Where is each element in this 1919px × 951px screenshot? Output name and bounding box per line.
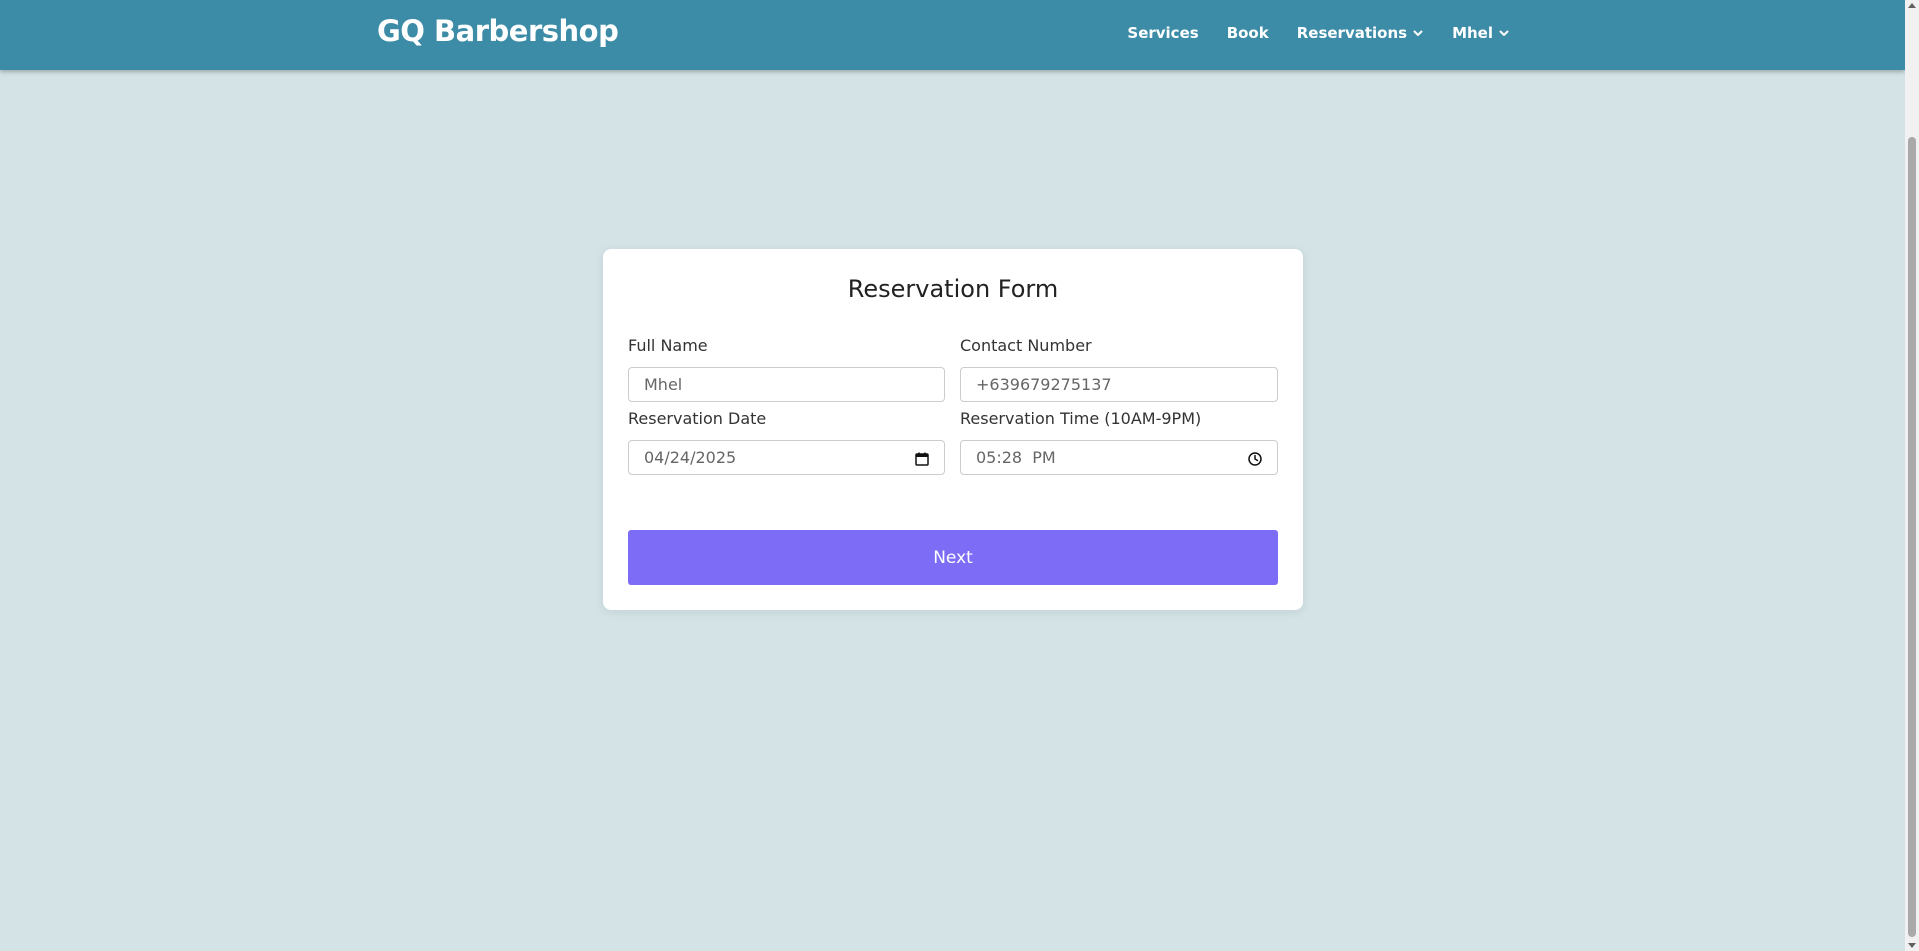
reservation-time-value: 05:28 PM [976,448,1056,467]
brand-logo[interactable]: GQ Barbershop [377,14,619,48]
nav-book[interactable]: Book [1227,24,1269,42]
full-name-label: Full Name [628,336,708,355]
scroll-thumb[interactable] [1908,137,1916,937]
top-navbar: GQ Barbershop Services Book Reservations… [0,0,1905,70]
form-title: Reservation Form [847,275,1059,303]
calendar-icon[interactable] [914,451,930,467]
nav-reservations-dropdown[interactable]: Reservations [1297,24,1424,42]
next-button-label: Next [933,547,973,568]
nav-services-label: Services [1127,24,1199,42]
scroll-down-arrow-icon[interactable] [1908,943,1916,948]
vertical-scrollbar[interactable] [1905,0,1919,951]
reservation-time-input[interactable]: 05:28 PM [960,440,1278,475]
nav-book-label: Book [1226,24,1269,42]
chevron-down-icon [1499,30,1509,36]
reservation-form-card: Reservation Form Full Name Mhel Contact … [603,249,1303,610]
nav-links: Services Book Reservations Mhel [1099,24,1510,42]
nav-user-dropdown[interactable]: Mhel [1452,24,1510,42]
reservation-date-value: 04/24/2025 [644,448,737,467]
clock-icon[interactable] [1247,451,1263,467]
scroll-up-arrow-icon[interactable] [1908,3,1916,8]
chevron-down-icon [1413,30,1423,36]
reservation-date-label: Reservation Date [628,409,767,428]
nav-services[interactable]: Services [1127,24,1198,42]
contact-number-label: Contact Number [960,336,1092,355]
nav-reservations-label: Reservations [1296,24,1408,42]
reservation-time-label: Reservation Time (10AM-9PM) [960,409,1202,428]
contact-number-value: +639679275137 [976,375,1112,394]
nav-user-label: Mhel [1452,24,1493,42]
full-name-input[interactable]: Mhel [628,367,945,402]
reservation-date-input[interactable]: 04/24/2025 [628,440,945,475]
next-button[interactable]: Next [628,530,1278,585]
full-name-value: Mhel [644,375,683,394]
contact-number-input[interactable]: +639679275137 [960,367,1278,402]
